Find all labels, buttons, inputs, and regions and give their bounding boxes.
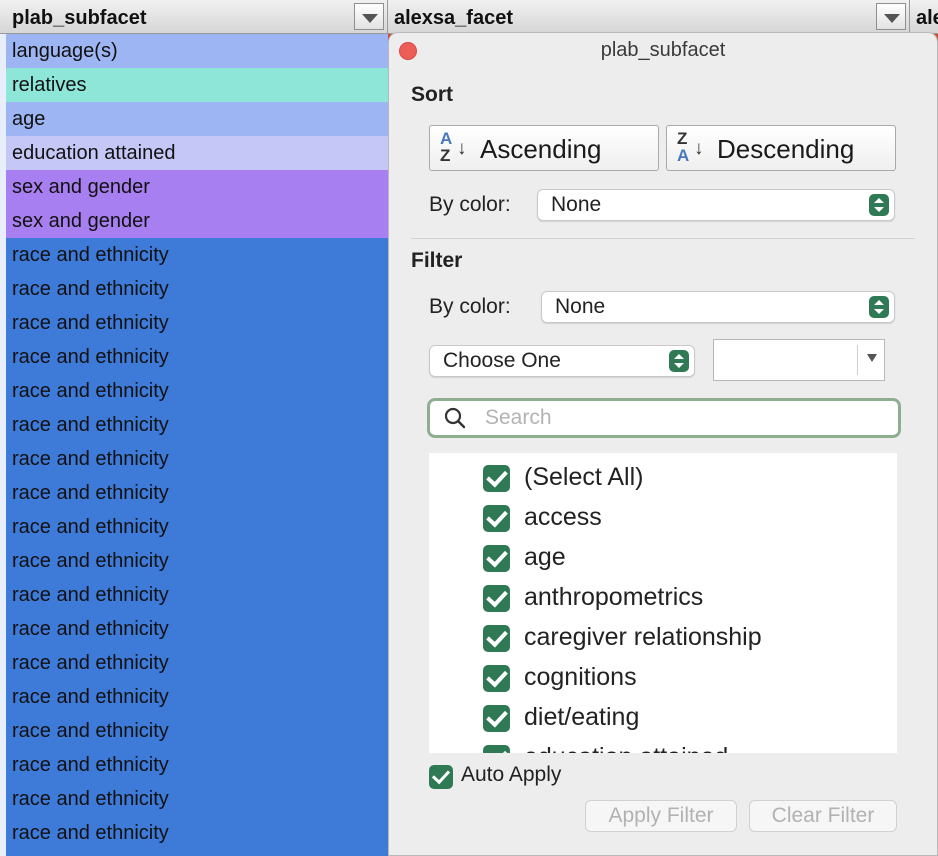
filter-list-item-label: cognitions [524, 663, 637, 691]
popover-title: plab_subfacet [600, 39, 726, 61]
filter-list-item-label: access [524, 503, 602, 531]
table-cell[interactable]: race and ethnicity [6, 544, 388, 578]
table-cell[interactable]: race and ethnicity [6, 340, 388, 374]
search-placeholder: Search [485, 406, 552, 429]
filter-list-item[interactable]: cognitions [429, 659, 897, 699]
table-cell[interactable]: race and ethnicity [6, 374, 388, 408]
filter-list-item-label: anthropometrics [524, 583, 704, 611]
filter-values-list[interactable]: (Select All) access age anthropometrics care… [429, 453, 897, 753]
filter-search-field[interactable]: Search [427, 398, 901, 438]
sort-ascending-label: Ascending [480, 134, 602, 164]
table-cell[interactable]: race and ethnicity [6, 816, 388, 850]
checkmark-icon[interactable] [483, 465, 510, 492]
combo-separator [857, 345, 858, 375]
filter-list-item-label: diet/eating [524, 703, 640, 731]
checkmark-icon[interactable] [483, 625, 510, 652]
column-header-label: plab_subfacet [12, 7, 147, 29]
up-down-stepper-icon [869, 296, 889, 318]
column-cells-plab-subfacet: language(s) relatives age education attaine… [0, 34, 388, 856]
filter-list-item[interactable]: caregiver relationship [429, 619, 897, 659]
sort-by-color-value: None [551, 193, 602, 216]
auto-apply-label: Auto Apply [461, 763, 562, 786]
filter-list-item[interactable]: access [429, 499, 897, 539]
table-cell[interactable]: race and ethnicity [6, 714, 388, 748]
table-cell[interactable]: race and ethnicity [6, 578, 388, 612]
sort-ascending-icon: A Z ↓ [440, 129, 467, 165]
table-cell[interactable]: language(s) [6, 34, 388, 68]
checkmark-icon[interactable] [483, 665, 510, 692]
table-cell[interactable]: age [6, 102, 388, 136]
table-cell[interactable]: race and ethnicity [6, 680, 388, 714]
checkmark-icon[interactable] [483, 505, 510, 532]
section-divider [411, 238, 915, 239]
apply-filter-button[interactable]: Apply Filter [585, 800, 737, 832]
sort-by-color-label: By color: [429, 193, 511, 216]
filter-list-item[interactable]: (Select All) [429, 459, 897, 499]
checkmark-icon[interactable] [429, 765, 453, 789]
filter-condition-value-combo[interactable] [713, 339, 885, 381]
table-cell[interactable]: race and ethnicity [6, 782, 388, 816]
search-icon [444, 407, 466, 429]
column-header-plab-subfacet[interactable]: plab_subfacet [0, 0, 388, 34]
filter-list-item-label: caregiver relationship [524, 623, 762, 651]
checkmark-icon[interactable] [483, 705, 510, 732]
filter-list-item[interactable]: anthropometrics [429, 579, 897, 619]
table-cell[interactable]: race and ethnicity [6, 238, 388, 272]
column-header-alexsa-facet[interactable]: alexsa_facet [388, 0, 910, 34]
table-cell[interactable]: sex and gender [6, 170, 388, 204]
filter-list-item-label: (Select All) [524, 463, 644, 491]
filter-list-item-label: education attained [524, 743, 728, 753]
sort-descending-label: Descending [717, 134, 855, 164]
sort-descending-button[interactable]: Z A ↓ Descending [666, 125, 896, 171]
table-cell[interactable]: relatives [6, 68, 388, 102]
filter-list-item-label: age [524, 543, 566, 571]
table-cell[interactable]: race and ethnicity [6, 306, 388, 340]
triangle-down-icon[interactable] [867, 354, 877, 362]
filter-condition-value: Choose One [443, 349, 561, 372]
filter-by-color-value: None [555, 295, 606, 318]
clear-filter-button[interactable]: Clear Filter [749, 800, 897, 832]
checkmark-icon[interactable] [483, 745, 510, 753]
sort-by-color-select[interactable]: None [537, 189, 895, 221]
sort-heading: Sort [411, 83, 453, 106]
table-cell[interactable]: race and ethnicity [6, 272, 388, 306]
column-filter-dropdown-button[interactable] [354, 3, 384, 30]
column-header-next[interactable]: ale [910, 0, 938, 34]
filter-heading: Filter [411, 249, 463, 272]
table-cell[interactable]: race and ethnicity [6, 476, 388, 510]
filter-list-item[interactable]: education attained [429, 739, 897, 753]
table-cell[interactable]: race and ethnicity [6, 646, 388, 680]
filter-list-item[interactable]: diet/eating [429, 699, 897, 739]
column-header-label: alexsa_facet [394, 7, 513, 29]
table-cell[interactable]: race and ethnicity [6, 510, 388, 544]
table-cell[interactable]: sex and gender [6, 204, 388, 238]
column-filter-dropdown-button[interactable] [876, 3, 906, 30]
up-down-stepper-icon [669, 350, 689, 372]
filter-popover: plab_subfacet Sort A Z ↓ Ascending Z A ↓… [388, 32, 938, 856]
column-header-label: ale [916, 7, 938, 29]
table-cell[interactable]: race and ethnicity [6, 612, 388, 646]
checkmark-icon[interactable] [483, 585, 510, 612]
filter-by-color-select[interactable]: None [541, 291, 895, 323]
table-cell[interactable]: race and ethnicity [6, 748, 388, 782]
sort-descending-icon: Z A ↓ [677, 129, 704, 165]
filter-condition-select[interactable]: Choose One [429, 345, 695, 377]
table-cell[interactable]: race and ethnicity [6, 442, 388, 476]
filter-list-item[interactable]: age [429, 539, 897, 579]
up-down-stepper-icon [869, 194, 889, 216]
table-cell[interactable]: race and ethnicity [6, 408, 388, 442]
filter-by-color-label: By color: [429, 295, 511, 318]
checkmark-icon[interactable] [483, 545, 510, 572]
sort-ascending-button[interactable]: A Z ↓ Ascending [429, 125, 659, 171]
table-cell[interactable]: education attained [6, 136, 388, 170]
